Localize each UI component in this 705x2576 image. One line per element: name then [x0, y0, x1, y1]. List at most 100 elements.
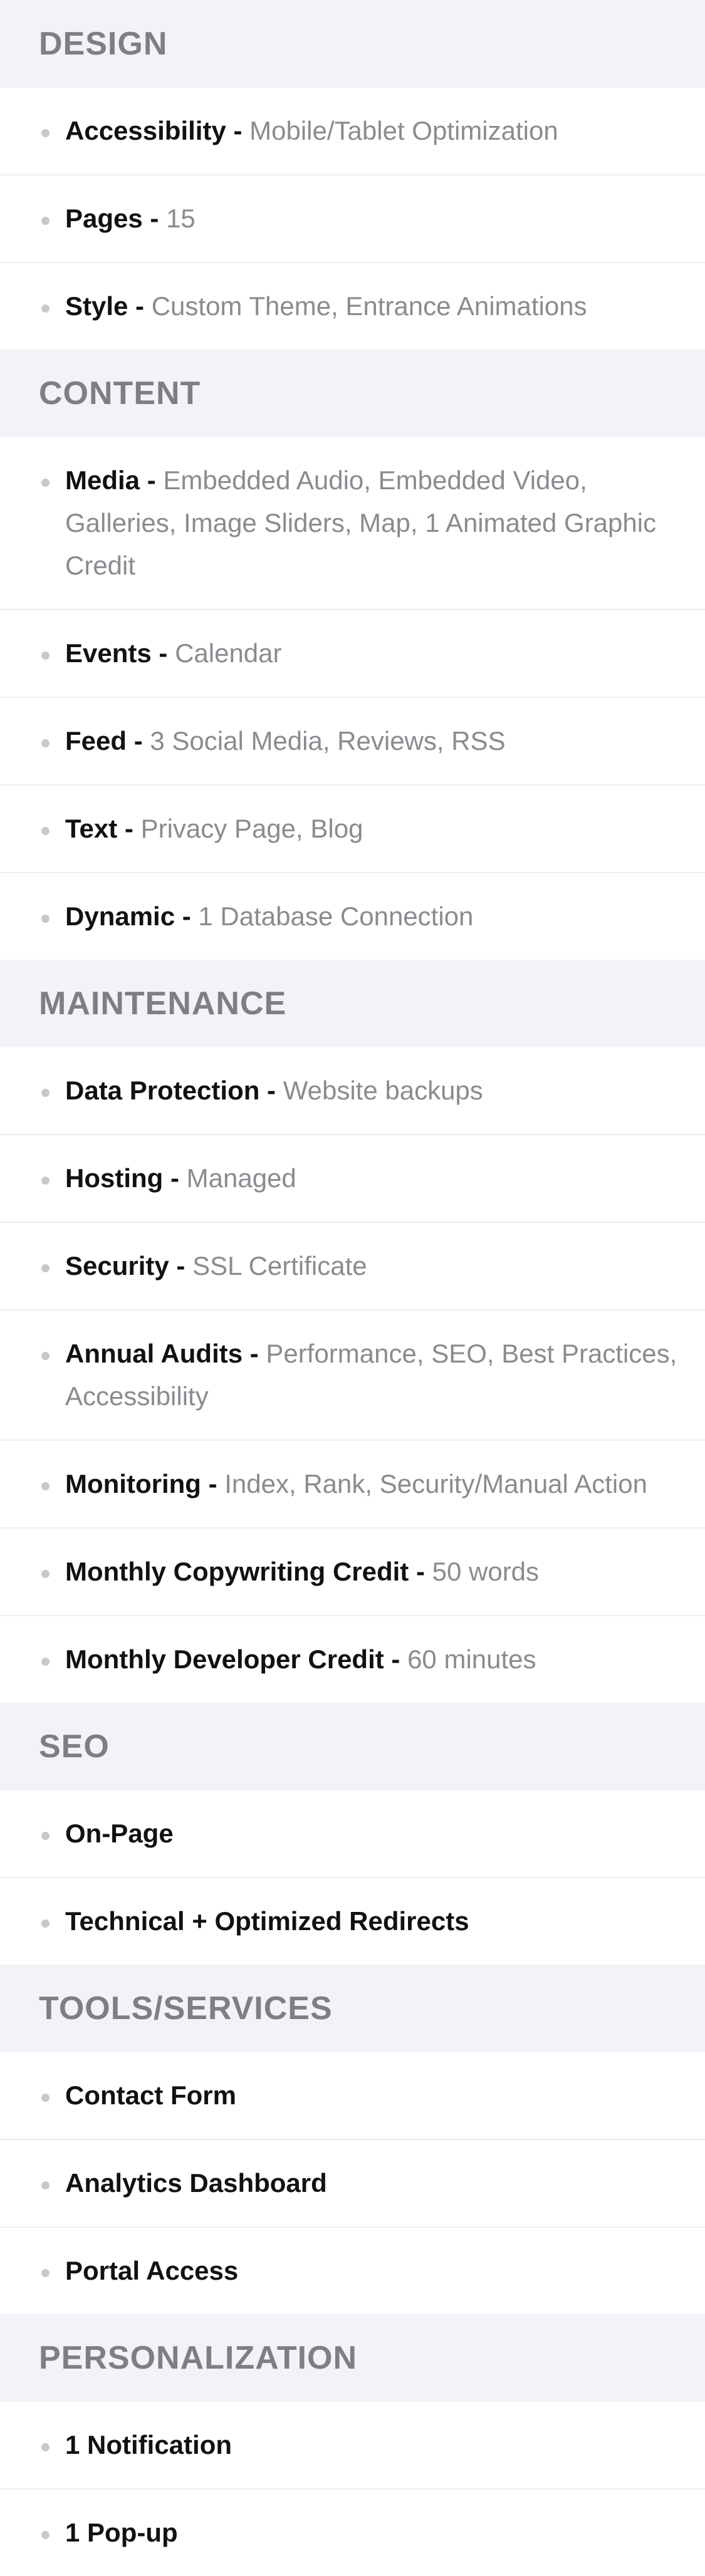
- item-label: Text: [65, 814, 118, 843]
- list-item-contact-form: Contact Form: [0, 2052, 705, 2140]
- section-header: TOOLS/SERVICES: [0, 1965, 705, 2052]
- bullet-icon: [41, 2094, 50, 2102]
- item-separator: -: [384, 1644, 408, 1674]
- list-item-notification: 1 Notification: [0, 2402, 705, 2490]
- item-label: Dynamic: [65, 901, 175, 931]
- item-separator: -: [259, 1076, 283, 1105]
- item-list: Accessibility - Mobile/Tablet Optimizati…: [0, 88, 705, 350]
- item-list: 1 Notification 1 Pop-up: [0, 2402, 705, 2576]
- section-design: DESIGN Accessibility - Mobile/Tablet Opt…: [0, 0, 705, 350]
- item-list: On-Page Technical + Optimized Redirects: [0, 1790, 705, 1965]
- item-label: Monthly Copywriting Credit: [65, 1557, 409, 1586]
- bullet-icon: [41, 827, 50, 835]
- section-tools-services: TOOLS/SERVICES Contact Form Analytics Da…: [0, 1965, 705, 2314]
- bullet-icon: [41, 1658, 50, 1666]
- bullet-icon: [41, 915, 50, 923]
- section-header: PERSONALIZATION: [0, 2314, 705, 2402]
- item-separator: -: [151, 638, 175, 668]
- item-label: Monthly Developer Credit: [65, 1644, 384, 1674]
- item-separator: -: [201, 1469, 225, 1498]
- list-item-monitoring: Monitoring - Index, Rank, Security/Manua…: [0, 1441, 705, 1529]
- item-separator: -: [142, 204, 167, 233]
- item-value: Custom Theme, Entrance Animations: [151, 291, 587, 321]
- section-content: CONTENT Media - Embedded Audio, Embedded…: [0, 350, 705, 960]
- bullet-icon: [41, 1482, 50, 1490]
- item-value: Privacy Page, Blog: [140, 814, 363, 843]
- bullet-icon: [41, 2181, 50, 2189]
- item-separator: -: [169, 1251, 193, 1280]
- list-item-style: Style - Custom Theme, Entrance Animation…: [0, 263, 705, 350]
- list-item-technical-redirects: Technical + Optimized Redirects: [0, 1878, 705, 1965]
- item-separator: -: [409, 1557, 432, 1586]
- item-value: 1 Database Connection: [198, 901, 474, 931]
- item-separator: -: [128, 291, 152, 321]
- list-item-dynamic: Dynamic - 1 Database Connection: [0, 873, 705, 960]
- section-header: DESIGN: [0, 0, 705, 88]
- item-separator: -: [127, 726, 150, 756]
- item-label: Events: [65, 638, 152, 668]
- item-value: 60 minutes: [407, 1644, 536, 1674]
- item-value: Index, Rank, Security/Manual Action: [224, 1469, 647, 1498]
- bullet-icon: [41, 217, 50, 225]
- item-value: Mobile/Tablet Optimization: [249, 116, 558, 145]
- item-label: Analytics Dashboard: [65, 2168, 327, 2198]
- bullet-icon: [41, 129, 50, 137]
- list-item-security: Security - SSL Certificate: [0, 1223, 705, 1311]
- item-label: Technical + Optimized Redirects: [65, 1906, 469, 1936]
- list-item-developer-credit: Monthly Developer Credit - 60 minutes: [0, 1616, 705, 1703]
- list-item-annual-audits: Annual Audits - Performance, SEO, Best P…: [0, 1311, 705, 1441]
- list-item-text: Text - Privacy Page, Blog: [0, 786, 705, 873]
- section-title: SEO: [39, 1728, 110, 1765]
- bullet-icon: [41, 2531, 50, 2539]
- item-label: Contact Form: [65, 2080, 236, 2110]
- list-item-pages: Pages - 15: [0, 175, 705, 263]
- item-label: 1 Pop-up: [65, 2518, 178, 2547]
- item-label: Security: [65, 1251, 169, 1280]
- list-item-copywriting-credit: Monthly Copywriting Credit - 50 words: [0, 1529, 705, 1616]
- item-value: Managed: [186, 1163, 296, 1193]
- item-separator: -: [163, 1163, 187, 1193]
- item-value: 50 words: [432, 1557, 540, 1586]
- item-separator: -: [117, 814, 141, 843]
- features-list: DESIGN Accessibility - Mobile/Tablet Opt…: [0, 0, 705, 2576]
- section-title: TOOLS/SERVICES: [39, 1990, 333, 2027]
- list-item-data-protection: Data Protection - Website backups: [0, 1047, 705, 1135]
- list-item-hosting: Hosting - Managed: [0, 1135, 705, 1223]
- item-label: Monitoring: [65, 1469, 201, 1498]
- item-label: Feed: [65, 726, 127, 756]
- bullet-icon: [41, 1089, 50, 1097]
- item-value: SSL Certificate: [192, 1251, 367, 1280]
- item-value: Website backups: [283, 1076, 483, 1105]
- bullet-icon: [41, 1570, 50, 1578]
- item-list: Contact Form Analytics Dashboard Portal …: [0, 2052, 705, 2314]
- item-label: Style: [65, 291, 128, 321]
- section-title: DESIGN: [39, 26, 168, 62]
- section-title: PERSONALIZATION: [39, 2340, 358, 2376]
- section-header: CONTENT: [0, 350, 705, 437]
- bullet-icon: [41, 1352, 50, 1360]
- bullet-icon: [41, 479, 50, 487]
- section-maintenance: MAINTENANCE Data Protection - Website ba…: [0, 960, 705, 1703]
- section-title: CONTENT: [39, 375, 201, 412]
- item-separator: -: [140, 465, 164, 495]
- bullet-icon: [41, 739, 50, 747]
- bullet-icon: [41, 652, 50, 660]
- item-list: Data Protection - Website backups Hostin…: [0, 1047, 705, 1703]
- bullet-icon: [41, 1264, 50, 1272]
- list-item-feed: Feed - 3 Social Media, Reviews, RSS: [0, 698, 705, 786]
- section-title: MAINTENANCE: [39, 985, 287, 1022]
- item-label: Pages: [65, 204, 143, 233]
- item-value: Calendar: [175, 638, 282, 668]
- bullet-icon: [41, 2443, 50, 2451]
- item-label: Accessibility: [65, 116, 226, 145]
- bullet-icon: [41, 1919, 50, 1928]
- item-label: Portal Access: [65, 2256, 239, 2285]
- item-separator: -: [175, 901, 199, 931]
- section-header: SEO: [0, 1703, 705, 1790]
- list-item-accessibility: Accessibility - Mobile/Tablet Optimizati…: [0, 88, 705, 175]
- item-label: 1 Notification: [65, 2430, 232, 2459]
- item-label: On-Page: [65, 1819, 174, 1848]
- section-seo: SEO On-Page Technical + Optimized Redire…: [0, 1703, 705, 1965]
- section-personalization: PERSONALIZATION 1 Notification 1 Pop-up: [0, 2314, 705, 2576]
- list-item-on-page: On-Page: [0, 1790, 705, 1878]
